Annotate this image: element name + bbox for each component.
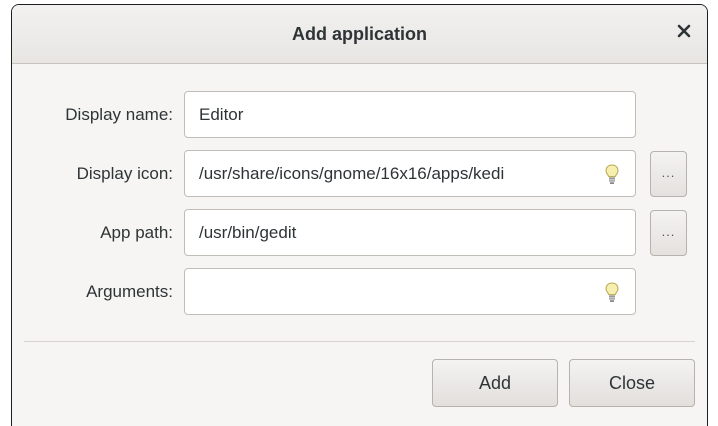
display-name-value: Editor	[199, 104, 244, 124]
app-path-browse-button[interactable]: ...	[650, 210, 687, 256]
app-path-value: /usr/bin/gedit	[199, 222, 297, 242]
close-button[interactable]: Close	[569, 359, 695, 407]
add-button[interactable]: Add	[432, 359, 558, 407]
arguments-input[interactable]	[184, 268, 636, 315]
app-path-input[interactable]: /usr/bin/gedit	[184, 209, 636, 256]
display-icon-value: /usr/share/icons/gnome/16x16/apps/kedi	[199, 163, 505, 183]
close-icon[interactable]	[677, 24, 691, 38]
display-icon-label: Display icon:	[76, 164, 173, 183]
arguments-label: Arguments:	[86, 282, 173, 301]
add-application-dialog: Add application Display name: Editor Dis…	[11, 4, 708, 426]
display-icon-browse-button[interactable]: ...	[650, 151, 687, 197]
lightbulb-icon	[605, 164, 619, 184]
titlebar: Add application	[12, 5, 707, 64]
separator	[24, 341, 695, 342]
display-name-input[interactable]: Editor	[184, 91, 636, 138]
dialog-title: Add application	[292, 24, 427, 44]
lightbulb-icon	[605, 282, 619, 302]
display-name-label: Display name:	[65, 105, 173, 124]
display-icon-input[interactable]: /usr/share/icons/gnome/16x16/apps/kedi	[184, 150, 636, 197]
app-path-label: App path:	[100, 223, 173, 242]
